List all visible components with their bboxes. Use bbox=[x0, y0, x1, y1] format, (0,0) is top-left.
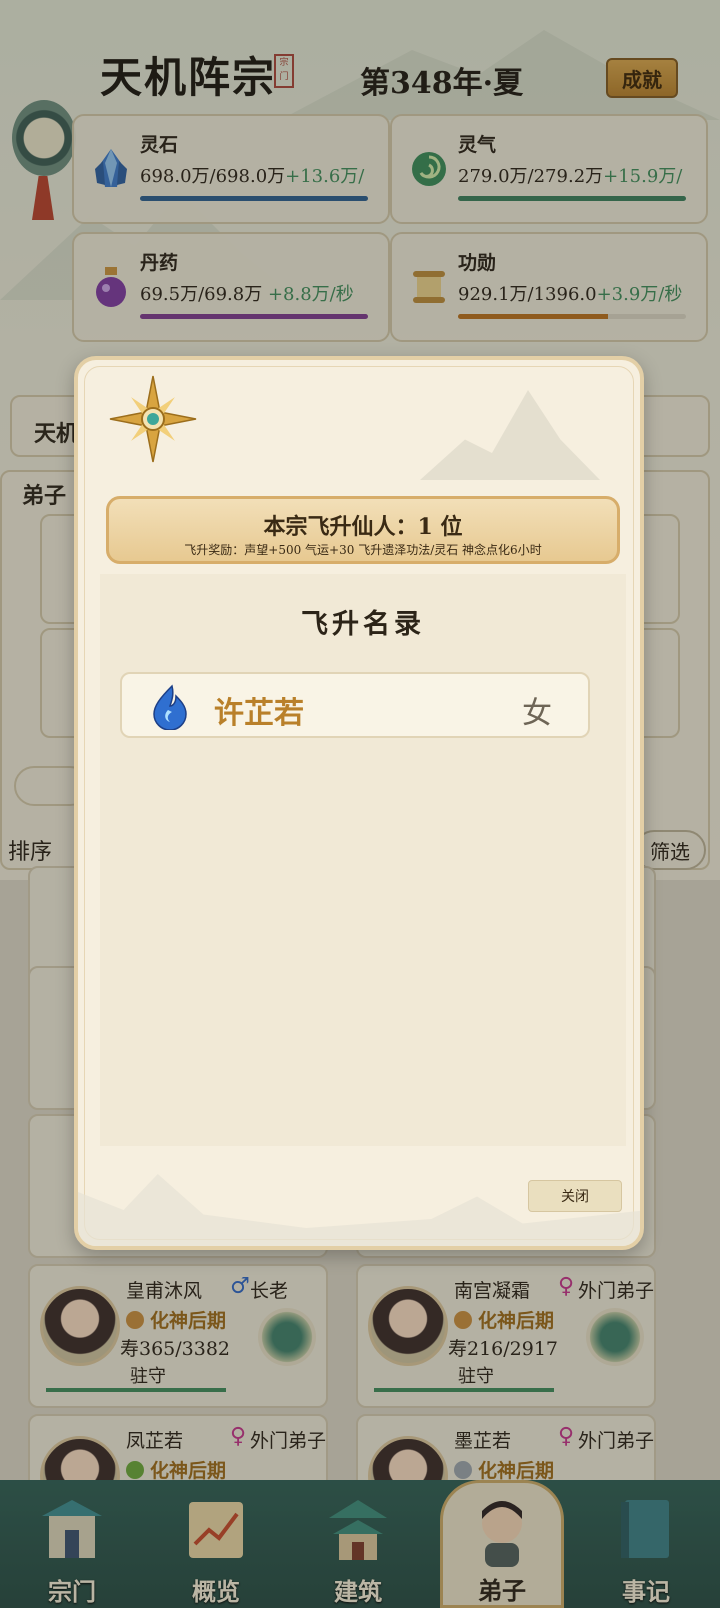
list-title: 飞升名录 bbox=[301, 609, 425, 640]
ascended-gender: 女 bbox=[522, 696, 552, 731]
close-button[interactable]: 关闭 bbox=[528, 1180, 622, 1212]
blue-flame-icon bbox=[153, 684, 187, 730]
ascended-name: 许芷若 bbox=[214, 696, 304, 731]
ascension-modal: 本宗飞升仙人：1 位 飞升奖励：声望+500 气运+30 飞升遗泽功法/灵石 神… bbox=[74, 356, 644, 1250]
ascension-list-panel: 飞升名录 许芷若 女 bbox=[100, 574, 626, 1146]
ascension-rewards: 飞升奖励：声望+500 气运+30 飞升遗泽功法/灵石 神念点化6小时 bbox=[184, 543, 542, 557]
ascension-count: 本宗飞升仙人：1 位 bbox=[263, 514, 463, 540]
compass-star-icon bbox=[109, 375, 197, 463]
ascension-banner: 本宗飞升仙人：1 位 飞升奖励：声望+500 气运+30 飞升遗泽功法/灵石 神… bbox=[106, 496, 620, 564]
ascended-entry[interactable]: 许芷若 女 bbox=[120, 672, 590, 738]
